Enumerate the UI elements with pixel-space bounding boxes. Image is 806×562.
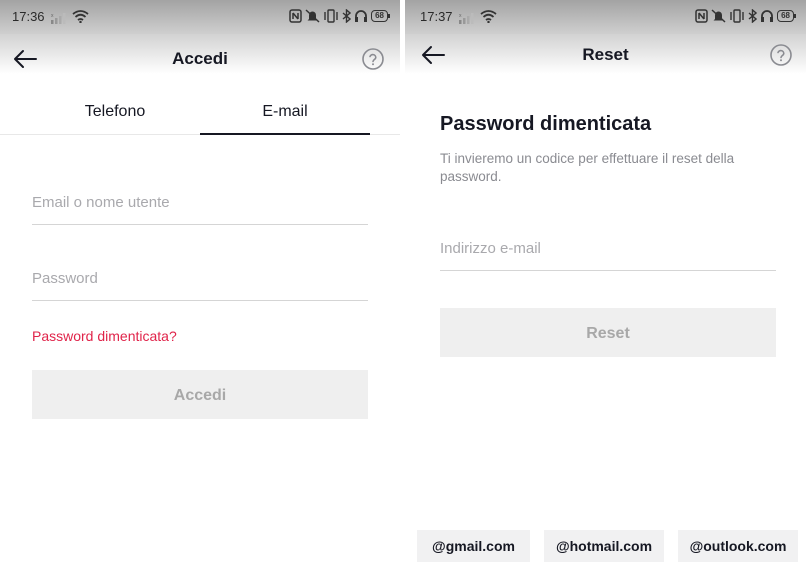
notifications-off-icon	[305, 9, 320, 23]
email-input[interactable]	[440, 226, 776, 270]
login-method-tabs: Telefono E-mail	[0, 90, 400, 135]
arrow-left-icon	[14, 50, 37, 68]
page-title: Reset	[582, 45, 629, 64]
svg-text:x: x	[51, 13, 54, 19]
forgot-password-link[interactable]: Password dimenticata?	[32, 328, 177, 344]
wifi-icon	[72, 9, 89, 28]
login-screen: 17:36 x 68 Accedi Telefono E-mail Email …	[0, 0, 400, 562]
email-domain-suggestions: @gmail.com @hotmail.com @outlook.com	[405, 530, 806, 562]
login-button[interactable]: Accedi	[32, 370, 368, 419]
reset-heading: Password dimenticata	[440, 113, 652, 135]
back-button[interactable]	[12, 48, 38, 70]
reset-description: Ti invieremo un codice per effettuare il…	[440, 151, 735, 184]
bluetooth-icon	[342, 9, 352, 23]
domain-chip-gmail[interactable]: @gmail.com	[417, 530, 530, 562]
vibrate-icon	[323, 9, 339, 23]
email-field	[440, 226, 776, 271]
arrow-left-icon	[422, 46, 445, 64]
status-bar: 17:37 x 68	[405, 0, 806, 34]
username-input[interactable]	[32, 180, 368, 224]
reset-button[interactable]: Reset	[440, 308, 776, 357]
vibrate-icon	[729, 9, 745, 23]
status-icons: 68	[695, 9, 796, 23]
domain-chip-outlook[interactable]: @outlook.com	[678, 530, 798, 562]
back-button[interactable]	[420, 44, 446, 66]
signal-icon: x	[51, 11, 67, 29]
battery-icon: 68	[371, 10, 390, 22]
page-title: Accedi	[172, 49, 228, 68]
headphones-icon	[760, 9, 774, 23]
help-button[interactable]	[362, 48, 384, 70]
notifications-off-icon	[711, 9, 726, 23]
password-field	[32, 256, 368, 301]
help-button[interactable]	[770, 44, 792, 66]
domain-chip-hotmail[interactable]: @hotmail.com	[544, 530, 664, 562]
status-time: 17:37	[420, 9, 453, 24]
top-nav: Accedi	[0, 40, 400, 80]
nfc-icon	[289, 9, 302, 23]
top-nav: Reset	[405, 36, 806, 76]
battery-icon: 68	[777, 10, 796, 22]
bluetooth-icon	[748, 9, 758, 23]
username-field	[32, 180, 368, 225]
status-bar: 17:36 x 68	[0, 0, 400, 34]
nfc-icon	[695, 9, 708, 23]
status-time: 17:36	[12, 9, 45, 24]
wifi-icon	[480, 9, 497, 28]
headphones-icon	[354, 9, 368, 23]
signal-icon: x	[459, 11, 475, 29]
tab-email[interactable]: E-mail	[200, 90, 370, 135]
help-circle-icon	[362, 48, 384, 70]
tab-telefono[interactable]: Telefono	[30, 90, 200, 134]
help-circle-icon	[770, 44, 792, 66]
password-input[interactable]	[32, 256, 368, 300]
svg-text:x: x	[459, 13, 462, 19]
status-icons: 68	[289, 9, 390, 23]
reset-screen: 17:37 x 68 Reset Password dimenticata Ti…	[405, 0, 806, 562]
